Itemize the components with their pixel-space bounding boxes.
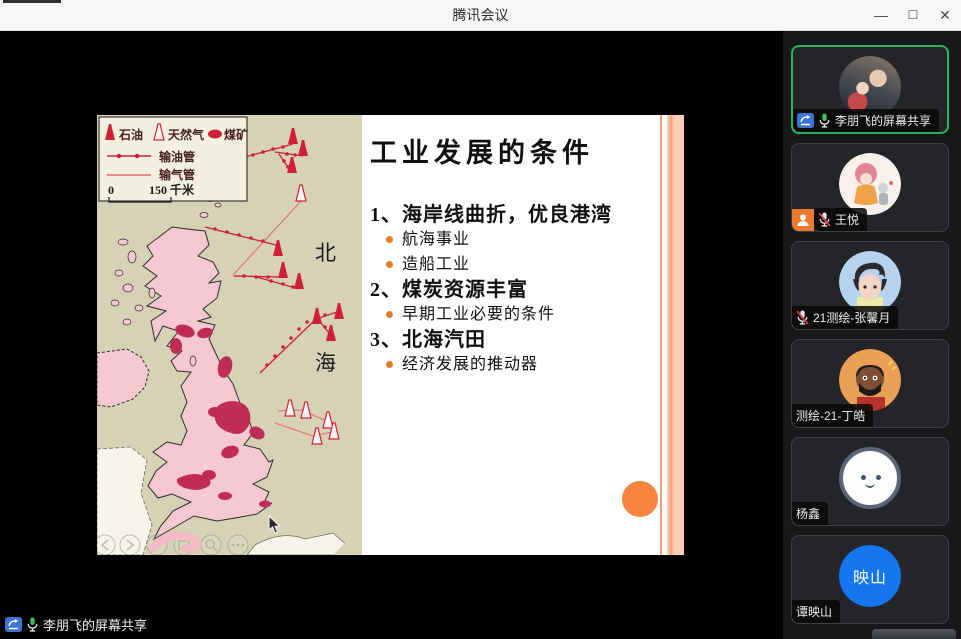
participant-name: 测绘-21-丁皓 — [796, 407, 865, 424]
participant-name: 杨鑫 — [796, 505, 820, 522]
participant-name: 21测绘-张馨月 — [813, 309, 890, 326]
screen-share-icon — [5, 617, 22, 632]
screen-share-banner-label: 李朋飞的屏幕共享 — [43, 615, 147, 634]
window-title: 腾讯会议 — [0, 0, 961, 31]
screen-share-icon — [797, 113, 814, 128]
microphone-muted-icon — [796, 310, 809, 325]
presentation-slide: 北 海 石油 天然气 煤矿 输油管 输气管 0 150 — [97, 115, 684, 555]
slide-subitem: 造船工业 — [370, 253, 670, 276]
maximize-button[interactable]: ☐ — [897, 0, 929, 31]
mouse-cursor — [268, 515, 282, 535]
slide-item-3: 3、北海汽田 — [370, 328, 670, 352]
avatar: 映山 — [839, 545, 901, 607]
svg-text:煤矿: 煤矿 — [224, 127, 248, 142]
bullet-icon — [386, 261, 393, 268]
participant-tile-dinghao[interactable]: 测绘-21-丁皓 — [791, 339, 949, 428]
avatar — [839, 251, 901, 313]
screen-share-stage: 北 海 石油 天然气 煤矿 输油管 输气管 0 150 — [0, 31, 783, 639]
map-legend: 石油 天然气 煤矿 输油管 输气管 0 150 千米 — [99, 117, 248, 202]
microphone-on-icon — [818, 113, 831, 128]
bullet-icon — [386, 311, 393, 318]
bullet-icon — [386, 236, 393, 243]
avatar — [839, 447, 901, 509]
slide-subitem: 航海事业 — [370, 228, 670, 251]
britain-resources-map: 北 海 石油 天然气 煤矿 输油管 输气管 0 150 — [97, 115, 362, 555]
slide-orange-circle — [622, 481, 658, 517]
slide-subitem: 经济发展的推动器 — [370, 353, 670, 376]
minimize-button[interactable]: — — [865, 0, 897, 31]
participant-tile-wangyue[interactable]: 王悦 — [791, 143, 949, 232]
avatar — [839, 349, 901, 411]
next-tile-peek — [872, 629, 956, 639]
svg-text:150 千米: 150 千米 — [149, 182, 195, 197]
close-button[interactable]: ✕ — [929, 0, 961, 31]
host-badge-icon — [792, 209, 814, 231]
svg-text:石油: 石油 — [118, 127, 143, 142]
svg-text:输油管: 输油管 — [159, 149, 195, 164]
avatar-initials: 映山 — [853, 564, 887, 588]
titlebar: 腾讯会议 — ☐ ✕ — [0, 0, 961, 31]
slide-subitem: 早期工业必要的条件 — [370, 303, 670, 326]
participant-tile-lipengfei[interactable]: 李朋飞的屏幕共享 — [791, 45, 949, 134]
slide-text-block: 工业发展的条件 1、海岸线曲折，优良港湾 航海事业 造船工业 2、煤炭资源丰富 … — [370, 135, 670, 378]
microphone-muted-icon — [818, 212, 831, 227]
participant-tile-zhangxinyue[interactable]: 21测绘-张馨月 — [791, 241, 949, 330]
sea-label-north: 北 — [315, 241, 336, 265]
screen-share-banner: 李朋飞的屏幕共享 — [2, 613, 155, 635]
slide-item-2: 2、煤炭资源丰富 — [370, 278, 670, 302]
bullet-icon — [386, 361, 393, 368]
participant-name: 谭映山 — [796, 603, 832, 620]
slide-item-1: 1、海岸线曲折，优良港湾 — [370, 203, 670, 227]
microphone-on-icon — [26, 617, 39, 632]
participant-tile-tanyingshan[interactable]: 映山 谭映山 — [791, 535, 949, 624]
tencent-meeting-window: 腾讯会议 — ☐ ✕ — [0, 0, 961, 639]
participant-tile-yangxin[interactable]: 杨鑫 — [791, 437, 949, 526]
slide-title: 工业发展的条件 — [370, 135, 670, 171]
svg-text:输气管: 输气管 — [159, 167, 195, 182]
avatar — [839, 153, 901, 215]
svg-text:天然气: 天然气 — [168, 127, 204, 142]
participant-name: 李朋飞的屏幕共享 — [835, 112, 931, 129]
sea-label-sea: 海 — [315, 351, 336, 375]
slide-edge-stripes — [657, 115, 684, 555]
participants-panel: 李朋飞的屏幕共享 — [783, 31, 961, 639]
svg-text:0: 0 — [108, 183, 114, 197]
participant-name: 王悦 — [835, 211, 859, 228]
